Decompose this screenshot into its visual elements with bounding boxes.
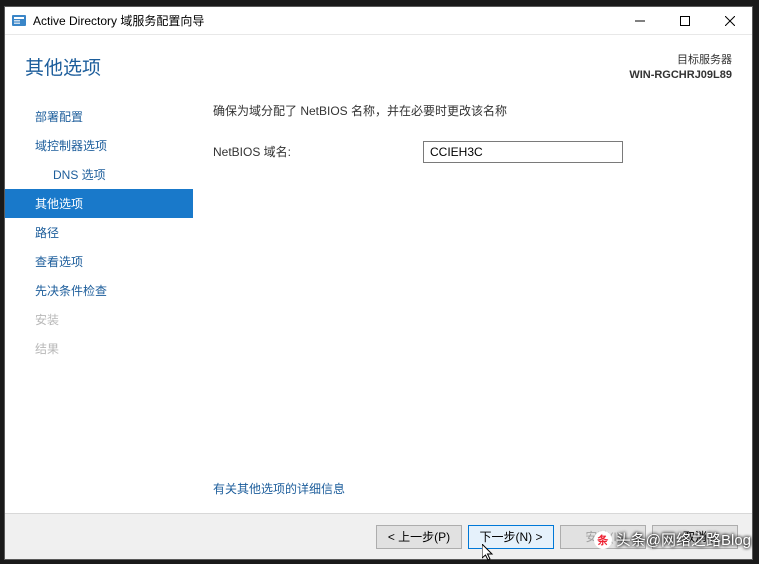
next-button[interactable]: 下一步(N) > (468, 525, 554, 549)
target-server-block: 目标服务器 WIN-RGCHRJ09L89 (629, 53, 732, 84)
sidebar-item-dc-options[interactable]: 域控制器选项 (5, 131, 193, 160)
target-label: 目标服务器 (629, 53, 732, 68)
sidebar-item-review-options[interactable]: 查看选项 (5, 247, 193, 276)
window-title: Active Directory 域服务配置向导 (33, 12, 617, 29)
body-area: 其他选项 目标服务器 WIN-RGCHRJ09L89 部署配置 域控制器选项 D… (5, 35, 752, 559)
previous-button[interactable]: < 上一步(P) (376, 525, 462, 549)
page-title: 其他选项 (25, 53, 629, 84)
main-panel: 确保为域分配了 NetBIOS 名称，并在必要时更改该名称 NetBIOS 域名… (193, 96, 752, 513)
content-row: 部署配置 域控制器选项 DNS 选项 其他选项 路径 查看选项 先决条件检查 安… (5, 96, 752, 513)
sidebar: 部署配置 域控制器选项 DNS 选项 其他选项 路径 查看选项 先决条件检查 安… (5, 96, 193, 513)
install-button: 安装(I) (560, 525, 646, 549)
cancel-button[interactable]: 取消 (652, 525, 738, 549)
spacer (213, 177, 732, 480)
sidebar-item-results: 结果 (5, 334, 193, 363)
sidebar-item-deployment-config[interactable]: 部署配置 (5, 102, 193, 131)
app-icon (11, 13, 27, 29)
sidebar-item-paths[interactable]: 路径 (5, 218, 193, 247)
target-server-name: WIN-RGCHRJ09L89 (629, 68, 732, 83)
sidebar-item-prereq-check[interactable]: 先决条件检查 (5, 276, 193, 305)
header-row: 其他选项 目标服务器 WIN-RGCHRJ09L89 (5, 35, 752, 96)
netbios-label: NetBIOS 域名: (213, 143, 423, 160)
sidebar-item-additional-options[interactable]: 其他选项 (5, 189, 193, 218)
minimize-button[interactable] (617, 7, 662, 34)
window-controls (617, 7, 752, 34)
netbios-field-row: NetBIOS 域名: (213, 141, 732, 163)
wizard-window: Active Directory 域服务配置向导 其他选项 目标服务器 WIN-… (4, 6, 753, 560)
maximize-button[interactable] (662, 7, 707, 34)
close-button[interactable] (707, 7, 752, 34)
footer: < 上一步(P) 下一步(N) > 安装(I) 取消 (5, 513, 752, 559)
titlebar: Active Directory 域服务配置向导 (5, 7, 752, 35)
instruction-text: 确保为域分配了 NetBIOS 名称，并在必要时更改该名称 (213, 102, 732, 119)
sidebar-item-dns-options[interactable]: DNS 选项 (5, 160, 193, 189)
more-info-link[interactable]: 有关其他选项的详细信息 (213, 480, 732, 497)
sidebar-item-install: 安装 (5, 305, 193, 334)
netbios-input[interactable] (423, 141, 623, 163)
